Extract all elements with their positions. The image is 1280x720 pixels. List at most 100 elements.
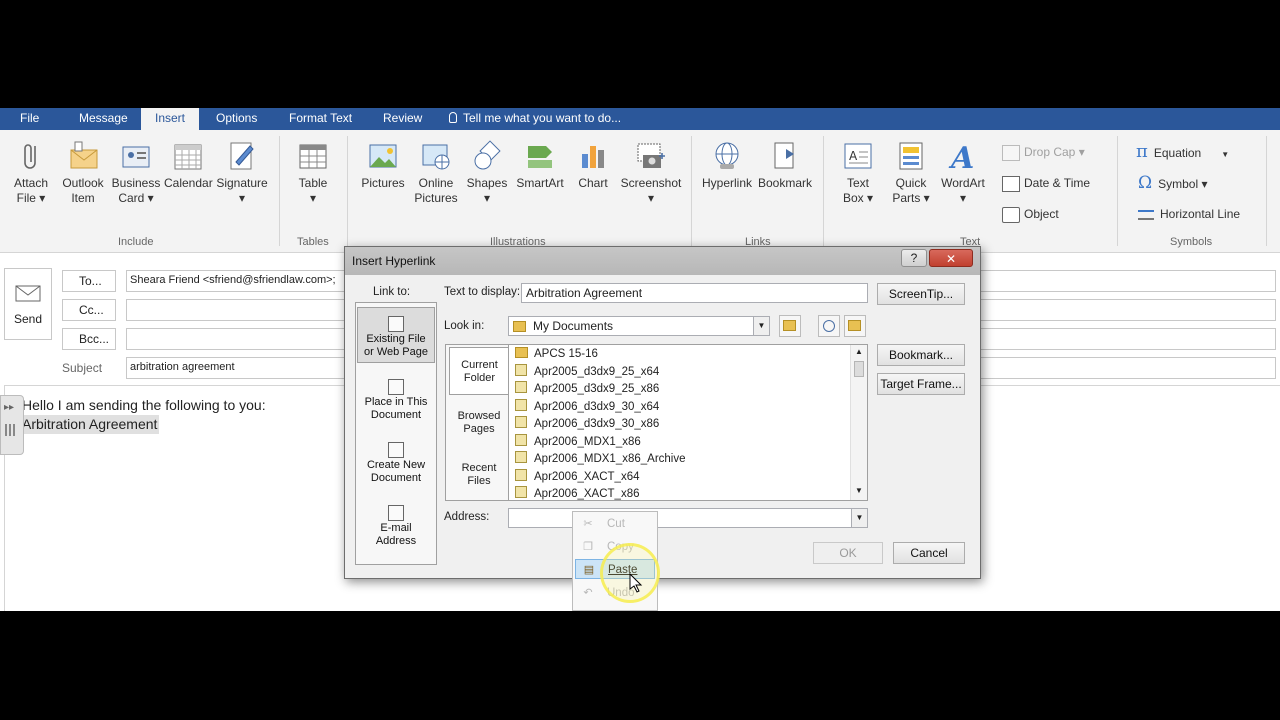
- ok-button[interactable]: OK: [813, 542, 883, 564]
- signature-button[interactable]: Signature ▾: [214, 140, 270, 206]
- horizontal-line-button[interactable]: Horizontal Line: [1138, 204, 1240, 224]
- file-list-scrollbar[interactable]: ▲ ▼: [850, 345, 867, 500]
- bookmark-button[interactable]: Bookmark: [756, 140, 814, 191]
- equation-button[interactable]: π Equation ▼: [1136, 142, 1229, 162]
- file-name: Apr2005_d3dx9_25_x86: [534, 383, 660, 395]
- tell-me-search[interactable]: Tell me what you want to do...: [449, 111, 621, 125]
- date-time-button[interactable]: Date & Time: [1002, 173, 1090, 193]
- smartart-button[interactable]: SmartArt: [512, 140, 568, 191]
- equation-label: Equation: [1153, 146, 1202, 160]
- group-separator: [1266, 136, 1267, 246]
- file-list-item[interactable]: Apr2006_MDX1_x86: [509, 433, 867, 452]
- tab-insert[interactable]: Insert: [141, 108, 200, 130]
- drop-cap-label: Drop Cap ▾: [1024, 145, 1085, 159]
- send-button[interactable]: Send: [4, 268, 52, 340]
- link-existing-file[interactable]: Existing File or Web Page: [357, 307, 435, 363]
- file-name: Apr2006_MDX1_x86: [534, 435, 641, 448]
- screenshot-button[interactable]: Screenshot ▾: [618, 140, 684, 206]
- hyperlink-button[interactable]: Hyperlink: [700, 140, 754, 191]
- signature-icon: [230, 142, 254, 170]
- file-list[interactable]: APCS 15-16 Apr2005_d3dx9_25_x64 Apr2005_…: [508, 344, 868, 501]
- hyperlink-globe-icon: [715, 142, 739, 169]
- quick-parts-label: Quick Parts ▾: [892, 176, 930, 205]
- scroll-thumb[interactable]: [854, 361, 864, 377]
- screentip-button[interactable]: ScreenTip...: [877, 283, 965, 305]
- help-button[interactable]: ?: [901, 249, 927, 267]
- browse-file-button[interactable]: [844, 315, 866, 337]
- file-list-item[interactable]: Apr2006_d3dx9_30_x86: [509, 416, 867, 434]
- tab-format-text[interactable]: Format Text: [289, 111, 352, 125]
- cc-button[interactable]: Cc...: [62, 299, 116, 321]
- context-cut[interactable]: ✂ Cut: [575, 514, 655, 534]
- bookmark-dialog-button[interactable]: Bookmark...: [877, 344, 965, 366]
- send-envelope-icon: [15, 285, 41, 302]
- symbol-label: Symbol ▾: [1158, 177, 1208, 191]
- pictures-button[interactable]: Pictures: [358, 140, 408, 191]
- tab-browsed-pages[interactable]: Browsed Pages: [449, 410, 509, 444]
- paste-clipboard-icon: ▤: [583, 564, 595, 576]
- file-list-item[interactable]: Apr2005_d3dx9_25_x64: [509, 363, 867, 382]
- archive-icon: [515, 416, 527, 428]
- group-separator: [279, 136, 280, 246]
- link-place-label: Place in This Document: [364, 396, 428, 421]
- up-folder-button[interactable]: [779, 315, 801, 337]
- date-time-label: Date & Time: [1024, 176, 1091, 190]
- business-card-label: Business Card ▾: [111, 176, 161, 205]
- link-create-new-label: Create New Document: [366, 459, 426, 484]
- context-undo[interactable]: ↶ Undo: [575, 583, 655, 603]
- link-place-in-document[interactable]: Place in This Document: [357, 379, 435, 423]
- link-create-new-document[interactable]: Create New Document: [357, 442, 435, 486]
- envelope-icon: [70, 141, 98, 169]
- business-card-button[interactable]: Business Card ▾: [110, 140, 162, 206]
- browse-web-button[interactable]: [818, 315, 840, 337]
- side-panel-handle[interactable]: ▸▸: [0, 395, 24, 455]
- tab-recent-files[interactable]: Recent Files: [449, 462, 509, 496]
- quick-parts-button[interactable]: Quick Parts ▾: [886, 140, 936, 206]
- wordart-button[interactable]: A WordArt ▾: [938, 140, 988, 206]
- cancel-button[interactable]: Cancel: [893, 542, 965, 564]
- look-in-combo[interactable]: My Documents ▼: [508, 316, 770, 336]
- target-frame-button[interactable]: Target Frame...: [877, 373, 965, 395]
- close-button[interactable]: ✕: [929, 249, 973, 267]
- text-to-display-input[interactable]: Arbitration Agreement: [521, 283, 868, 303]
- shapes-icon: [474, 140, 501, 170]
- file-list-item[interactable]: Apr2006_MDX1_x86_Archive: [509, 451, 867, 469]
- object-button[interactable]: Object: [1002, 204, 1059, 224]
- tab-review[interactable]: Review: [383, 111, 422, 125]
- symbol-button[interactable]: Ω Symbol ▾: [1138, 173, 1207, 193]
- bcc-button[interactable]: Bcc...: [62, 328, 116, 350]
- tab-message[interactable]: Message: [79, 111, 128, 125]
- calendar-button[interactable]: Calendar: [164, 140, 213, 191]
- file-globe-icon: [388, 316, 404, 332]
- shapes-button[interactable]: Shapes ▾: [464, 140, 510, 206]
- file-name: APCS 15-16: [534, 348, 598, 360]
- file-list-item[interactable]: Apr2006_XACT_x86: [509, 486, 867, 500]
- file-list-item[interactable]: Apr2005_d3dx9_25_x86: [509, 381, 867, 399]
- lightbulb-icon: [449, 112, 457, 123]
- bookmark-label: Bookmark: [757, 176, 813, 190]
- link-email-address[interactable]: E-mail Address: [357, 505, 435, 549]
- link-to-label: Link to:: [373, 286, 411, 298]
- context-copy[interactable]: ❐ Copy: [575, 537, 655, 557]
- text-box-button[interactable]: A Text Box ▾: [834, 140, 882, 206]
- table-button[interactable]: Table ▾: [290, 140, 336, 206]
- tab-current-folder[interactable]: Current Folder: [449, 347, 509, 395]
- file-list-item[interactable]: Apr2006_XACT_x64: [509, 468, 867, 487]
- file-list-item[interactable]: Apr2006_d3dx9_30_x64: [509, 398, 867, 417]
- tab-options[interactable]: Options: [216, 111, 257, 125]
- address-input[interactable]: ▼: [508, 508, 868, 528]
- dialog-title-bar: Insert Hyperlink ? ✕: [345, 247, 980, 275]
- context-cut-label: Cut: [607, 518, 625, 530]
- scroll-down-icon[interactable]: ▼: [855, 486, 863, 495]
- context-paste[interactable]: ▤ Paste: [575, 559, 655, 579]
- drop-cap-button[interactable]: Drop Cap ▾: [1002, 142, 1085, 162]
- tab-file[interactable]: File: [20, 111, 39, 125]
- attach-file-button[interactable]: Attach File ▾: [8, 140, 54, 206]
- scroll-up-icon[interactable]: ▲: [855, 347, 863, 356]
- chart-button[interactable]: Chart: [570, 140, 616, 191]
- file-list-item[interactable]: APCS 15-16: [509, 346, 867, 364]
- file-name: Apr2006_XACT_x64: [534, 470, 640, 483]
- to-button[interactable]: To...: [62, 270, 116, 292]
- online-pictures-button[interactable]: Online Pictures: [410, 140, 462, 206]
- outlook-item-button[interactable]: Outlook Item: [58, 140, 108, 206]
